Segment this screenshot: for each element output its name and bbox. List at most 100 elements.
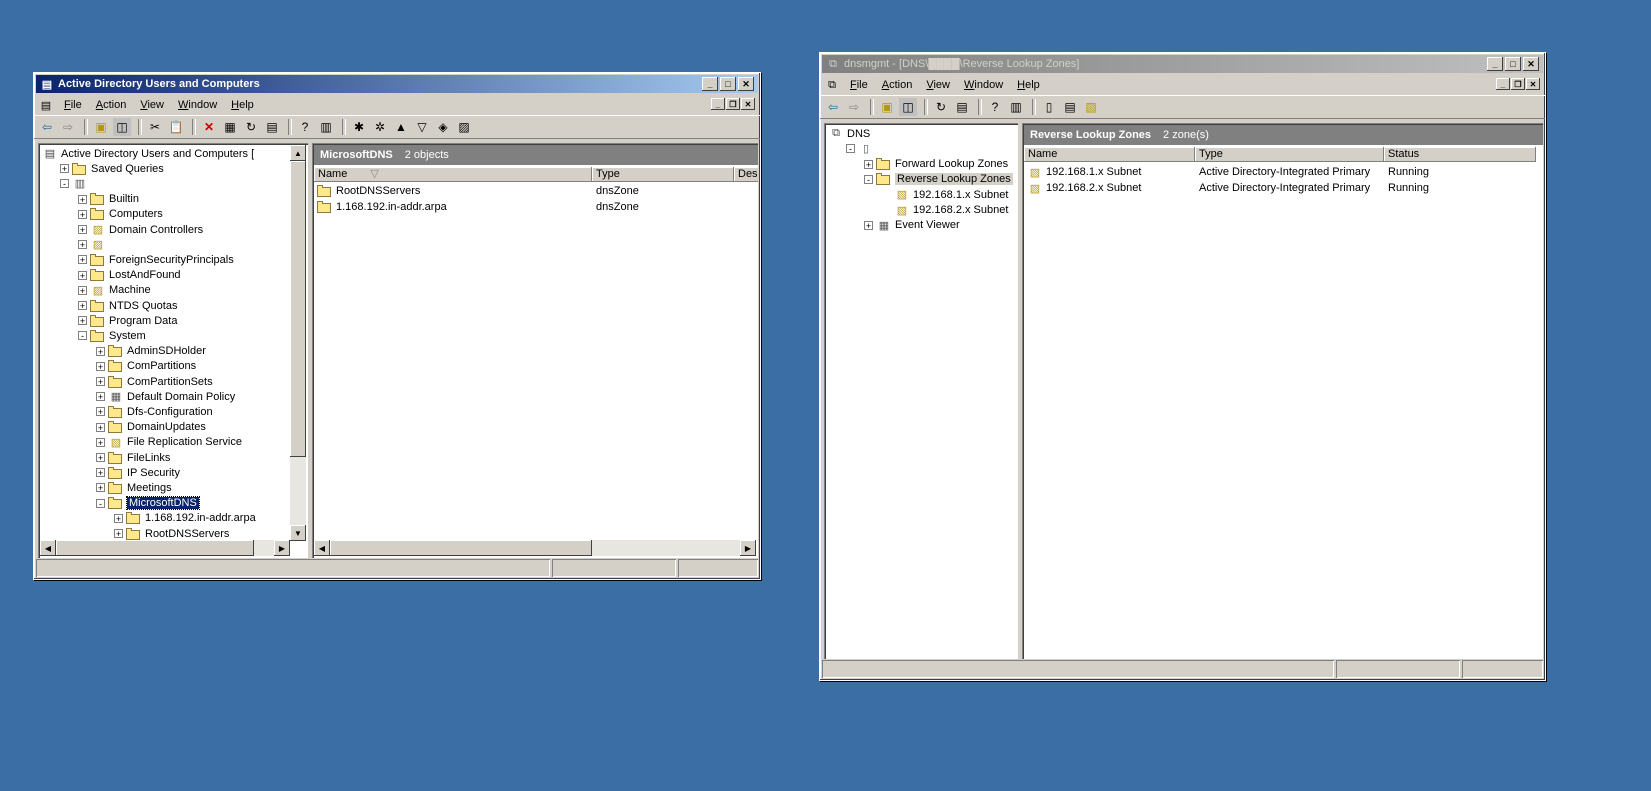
close-button[interactable]: ✕ [738,77,754,91]
menu-file[interactable]: File [843,79,875,91]
tree-item[interactable]: - Reverse Lookup Zones [864,172,1013,187]
tree-item[interactable]: + Dfs-Configuration [96,404,213,419]
collapse-icon[interactable]: - [96,498,105,508]
collapse-icon[interactable]: - [60,179,69,189]
tree-item[interactable]: + ComPartitions [96,359,196,374]
expand-icon[interactable]: + [78,316,87,326]
scroll-down-button[interactable]: ▼ [290,525,306,541]
tree-item[interactable]: + ▨ Machine [78,283,151,298]
forward-icon[interactable]: ⇨ [845,98,863,116]
back-icon[interactable]: ⇦ [824,98,842,116]
refresh-icon[interactable]: ↻ [932,98,950,116]
mmc-icon[interactable]: ▥ [1007,98,1025,116]
close-button[interactable]: ✕ [1523,57,1539,71]
zone-icon[interactable]: ▧ [1082,98,1100,116]
refresh-icon[interactable]: ↻ [242,118,260,136]
scroll-thumb[interactable] [330,540,592,556]
tree-item[interactable]: + Builtin [78,192,139,207]
list-horizontal-scrollbar[interactable]: ◀ ▶ [314,540,756,556]
menu-help[interactable]: Help [224,99,261,111]
tree-item[interactable]: + NTDS Quotas [78,298,177,313]
list-icon[interactable]: ▤ [1061,98,1079,116]
tree-item[interactable]: ⧉ DNS [828,126,870,141]
scroll-thumb[interactable] [56,540,254,556]
scroll-left-button[interactable]: ◀ [40,540,56,556]
scroll-up-button[interactable]: ▲ [290,145,306,161]
tree-item[interactable]: ▧ 192.168.2.x Subnet [882,203,1009,218]
expand-icon[interactable]: + [96,468,105,478]
expand-icon[interactable]: + [78,240,87,250]
scroll-thumb[interactable] [290,161,306,457]
expand-icon[interactable]: + [96,346,105,356]
filter-icon[interactable]: ▽ [413,118,431,136]
tree-item[interactable]: +1.168.192.in-addr.arpa [114,511,256,526]
tree-item[interactable]: + ▦ Event Viewer [864,218,960,233]
tree-vertical-scrollbar[interactable]: ▲ ▼ [290,145,306,541]
server-icon[interactable]: ▯ [1040,98,1058,116]
tree-item[interactable]: + Program Data [78,313,177,328]
child-restore-button[interactable]: ❐ [1511,78,1525,90]
maximize-button[interactable]: □ [720,77,736,91]
menu-window[interactable]: Window [171,99,224,111]
expand-icon[interactable]: + [96,361,105,371]
dns-tree-pane[interactable]: ⧉ DNS - ▯ + Forward Lookup Zones - Reverse Look… [824,123,1018,659]
delete-icon[interactable]: ✕ [200,118,218,136]
expand-icon[interactable]: + [96,453,105,463]
menu-action[interactable]: Action [875,79,920,91]
mmc-icon[interactable]: ▥ [317,118,335,136]
mmc-console-icon[interactable]: ▤ [38,98,54,112]
back-icon[interactable]: ⇦ [38,118,56,136]
tree-item[interactable]: + ▨ Domain Controllers [78,222,203,237]
expand-icon[interactable]: + [864,159,873,169]
child-minimize-button[interactable]: _ [711,98,725,110]
tree-horizontal-scrollbar[interactable]: ◀ ▶ [40,540,290,556]
aduc-tree-pane[interactable]: ▤ Active Directory Users and Computers [+… [38,143,308,558]
tree-item[interactable]: + Meetings [96,480,172,495]
collapse-icon[interactable]: - [846,144,855,154]
child-close-button[interactable]: ✕ [741,98,755,110]
help-icon[interactable]: ? [986,98,1004,116]
expand-icon[interactable]: + [114,529,123,539]
child-close-button[interactable]: ✕ [1526,78,1540,90]
expand-icon[interactable]: + [96,437,105,447]
new-ou-icon[interactable]: ▲ [392,118,410,136]
tree-item[interactable]: + ▧ File Replication Service [96,435,242,450]
list-item[interactable]: RootDNSServers [317,183,420,199]
expand-icon[interactable]: + [96,407,105,417]
menu-view[interactable]: View [133,99,171,111]
show-tree-icon[interactable]: ◫ [113,118,131,136]
tree-item[interactable]: + IP Security [96,465,180,480]
menu-action[interactable]: Action [89,99,134,111]
expand-icon[interactable]: + [96,392,105,402]
expand-icon[interactable]: + [78,209,87,219]
aduc-titlebar[interactable]: ▤ Active Directory Users and Computers _… [36,75,758,93]
forward-icon[interactable]: ⇨ [59,118,77,136]
tree-item[interactable]: + RootDNSServers [114,526,229,541]
export-icon[interactable]: ▤ [263,118,281,136]
add-to-group-icon[interactable]: ▨ [455,118,473,136]
cut-icon[interactable]: ✂ [146,118,164,136]
list-item[interactable]: 1.168.192.in-addr.arpa [317,199,447,215]
minimize-button[interactable]: _ [1487,57,1503,71]
tree-item[interactable]: + Forward Lookup Zones [864,157,1008,172]
scroll-left-button[interactable]: ◀ [314,540,330,556]
menu-help[interactable]: Help [1010,79,1047,91]
expand-icon[interactable]: + [78,285,87,295]
tree-item[interactable]: + LostAndFound [78,268,181,283]
child-minimize-button[interactable]: _ [1496,78,1510,90]
tree-item[interactable]: + Saved Queries [60,161,164,176]
tree-item[interactable]: + DomainUpdates [96,420,206,435]
aduc-list-pane[interactable]: MicrosoftDNS 2 objects Name ▽ Type Desc … [312,143,758,558]
maximize-button[interactable]: □ [1505,57,1521,71]
tree-item[interactable]: + AdminSDHolder [96,344,206,359]
expand-icon[interactable]: + [78,225,87,235]
tree-item[interactable]: ▧ 192.168.1.x Subnet [882,187,1009,202]
menu-window[interactable]: Window [957,79,1010,91]
collapse-icon[interactable]: - [864,174,873,184]
help-icon[interactable]: ? [296,118,314,136]
menu-file[interactable]: File [57,99,89,111]
new-group-icon[interactable]: ✲ [371,118,389,136]
column-header-type[interactable]: Type [592,167,734,182]
tree-item[interactable]: - System [78,328,146,343]
expand-icon[interactable]: + [60,164,69,174]
